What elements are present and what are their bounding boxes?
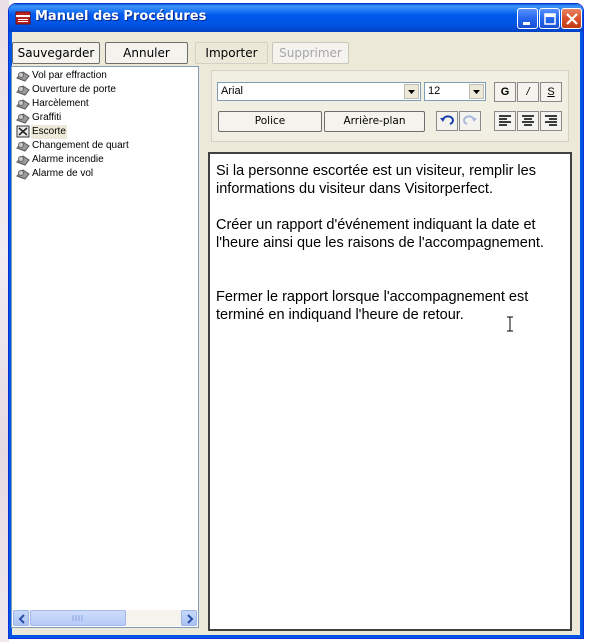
underline-label: S xyxy=(547,86,555,98)
procedure-text-editor[interactable]: Si la personne escortée est un visiteur,… xyxy=(208,152,572,631)
align-center-button[interactable] xyxy=(517,111,539,131)
procedure-icon xyxy=(16,141,30,152)
window-title: Manuel des Procédures xyxy=(35,9,207,24)
scroll-left-button[interactable] xyxy=(13,610,29,626)
italic-label: / xyxy=(526,86,530,98)
format-toolbar: Arial 12 G / S Police Arrière-plan xyxy=(211,70,569,142)
pane-splitter[interactable] xyxy=(200,66,204,628)
underline-button[interactable]: S xyxy=(540,82,562,102)
align-right-button[interactable] xyxy=(540,111,562,131)
import-button[interactable]: Importer xyxy=(195,42,268,64)
align-left-button[interactable] xyxy=(494,111,516,131)
background-button-label: Arrière-plan xyxy=(343,115,406,127)
align-center-icon xyxy=(522,115,534,126)
redo-button[interactable] xyxy=(459,111,481,131)
minimize-button[interactable] xyxy=(517,8,538,29)
italic-button[interactable]: / xyxy=(517,82,539,102)
font-button-label: Police xyxy=(254,115,286,127)
font-family-value: Arial xyxy=(221,85,244,97)
editor-paragraph: Créer un rapport d'événement indiquant l… xyxy=(216,217,544,251)
chevron-down-icon xyxy=(473,90,480,94)
procedure-icon xyxy=(16,113,30,124)
align-left-icon xyxy=(499,115,511,126)
import-label: Importer xyxy=(205,46,258,60)
chevron-down-icon xyxy=(408,90,415,94)
procedure-tree[interactable]: Vol par effraction Ouverture de porte Ha… xyxy=(11,66,199,628)
undo-button[interactable] xyxy=(436,111,458,131)
font-size-value: 12 xyxy=(428,85,441,97)
procedure-icon xyxy=(16,169,30,180)
procedure-icon xyxy=(16,99,30,110)
procedure-icon xyxy=(16,85,30,96)
chevron-left-icon xyxy=(18,614,25,624)
redo-icon xyxy=(463,115,477,125)
undo-icon xyxy=(440,115,454,125)
save-label: Sauvegarder xyxy=(17,46,95,60)
delete-label: Supprimer xyxy=(279,46,342,60)
font-button[interactable]: Police xyxy=(218,111,322,132)
title-bar[interactable]: Manuel des Procédures xyxy=(9,4,583,32)
delete-button: Supprimer xyxy=(272,42,349,64)
font-size-select[interactable]: 12 xyxy=(424,82,486,101)
save-button[interactable]: Sauvegarder xyxy=(12,42,100,64)
close-icon xyxy=(566,13,578,25)
procedure-icon xyxy=(16,71,30,82)
desktop-background xyxy=(0,0,9,642)
escort-icon xyxy=(16,125,30,138)
font-dropdown-button[interactable] xyxy=(404,84,419,99)
background-button[interactable]: Arrière-plan xyxy=(324,111,425,132)
tree-horizontal-scrollbar[interactable] xyxy=(13,610,197,626)
maximize-icon xyxy=(544,13,556,25)
cancel-label: Annuler xyxy=(123,46,170,60)
grip-icon xyxy=(72,615,83,621)
align-right-icon xyxy=(545,115,557,126)
chevron-right-icon xyxy=(187,614,194,624)
minimize-icon xyxy=(523,22,530,25)
cancel-button[interactable]: Annuler xyxy=(105,42,188,64)
scroll-right-button[interactable] xyxy=(181,610,197,626)
book-icon xyxy=(15,11,31,25)
font-family-select[interactable]: Arial xyxy=(217,82,421,101)
procedures-window: Manuel des Procédures Sauvegarder Annule… xyxy=(9,4,583,638)
close-button[interactable] xyxy=(561,8,582,29)
bold-label: G xyxy=(500,86,510,98)
procedure-icon xyxy=(16,155,30,166)
scroll-thumb[interactable] xyxy=(30,610,126,626)
text-cursor-icon xyxy=(507,316,513,332)
bold-button[interactable]: G xyxy=(494,82,516,102)
size-dropdown-button[interactable] xyxy=(469,84,484,99)
maximize-button[interactable] xyxy=(539,8,560,29)
editor-paragraph: Si la personne escortée est un visiteur,… xyxy=(216,163,536,197)
